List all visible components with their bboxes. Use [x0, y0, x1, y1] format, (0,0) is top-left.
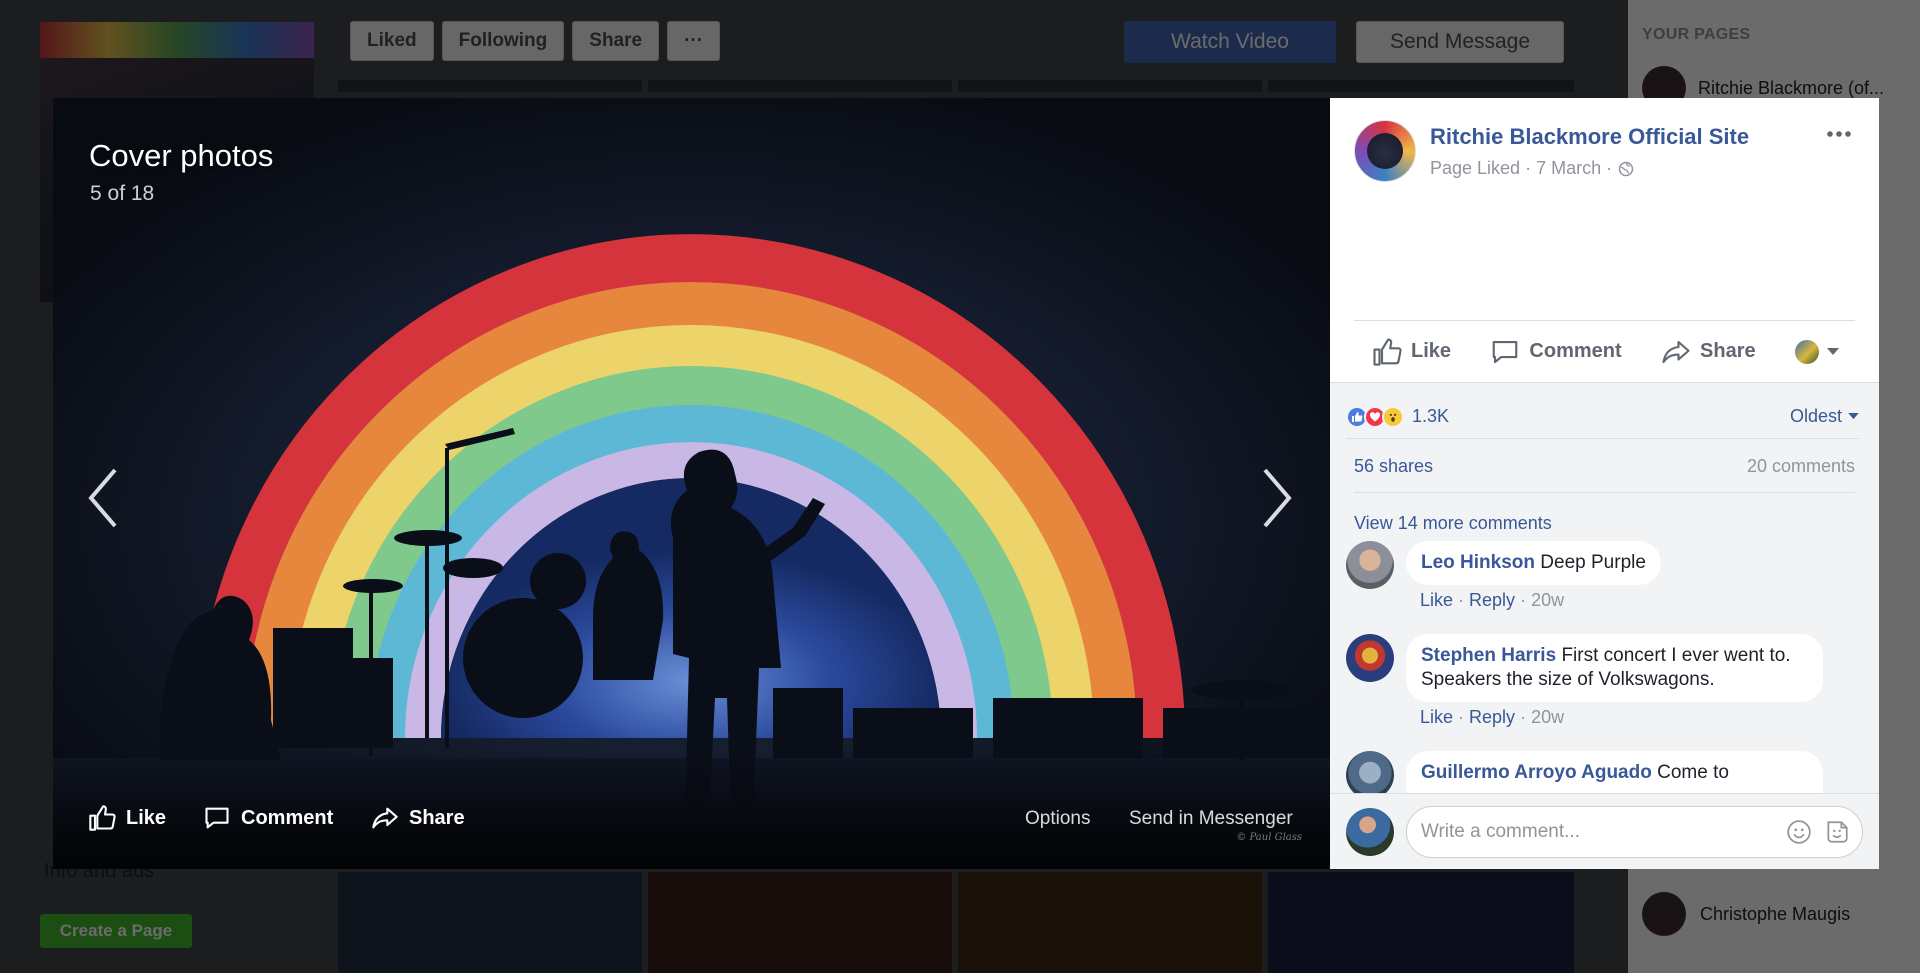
photo-comment-button[interactable]: Comment — [203, 804, 333, 832]
photo-viewer[interactable]: Cover photos 5 of 18 Like Comment Share … — [53, 98, 1330, 869]
post-info-panel: Ritchie Blackmore Official Site Page Lik… — [1330, 98, 1879, 869]
page-name-link[interactable]: Ritchie Blackmore Official Site — [1430, 124, 1749, 150]
current-user-avatar — [1346, 807, 1394, 856]
comment-as-selector[interactable] — [1794, 339, 1839, 364]
comments-section: 1.3K Oldest 56 shares 20 comments View 1… — [1330, 382, 1879, 869]
comment-time[interactable]: 20w — [1531, 590, 1564, 610]
speech-bubble-icon — [1493, 340, 1518, 363]
contact-name: Christophe Maugis — [1700, 903, 1851, 924]
comments-count[interactable]: 20 comments — [1747, 456, 1855, 477]
chevron-right-icon — [1263, 468, 1292, 528]
commenter-name[interactable]: Leo Hinkson — [1421, 552, 1535, 573]
sticker-icon[interactable] — [1824, 819, 1850, 845]
thumbs-up-icon — [89, 805, 116, 831]
comment-item: Stephen Harris First concert I ever went… — [1346, 634, 1823, 728]
post-meta-text: Page Liked · 7 March · — [1430, 158, 1613, 178]
post-action-bar: Like Comment Share — [1354, 320, 1855, 382]
comment-reply-link[interactable]: Reply — [1469, 707, 1515, 727]
post-comment-button[interactable]: Comment — [1490, 337, 1622, 367]
photo-comment-label: Comment — [241, 806, 334, 829]
emoji-icon[interactable] — [1786, 819, 1812, 845]
comment-like-link[interactable]: Like — [1420, 707, 1453, 727]
view-more-comments-link[interactable]: View 14 more comments — [1354, 513, 1552, 534]
post-meta: Page Liked · 7 March · — [1430, 158, 1634, 179]
liked-button[interactable]: Liked — [350, 21, 434, 61]
photo-counter: 5 of 18 — [90, 182, 155, 205]
photo-like-label: Like — [126, 806, 167, 829]
comment-bubble: Leo Hinkson Deep Purple — [1406, 541, 1661, 585]
share-arrow-icon — [372, 807, 398, 829]
send-message-button[interactable]: Send Message — [1356, 21, 1564, 63]
caret-down-icon — [1848, 413, 1859, 420]
share-arrow-icon — [1662, 340, 1690, 363]
reactions-count[interactable]: 1.3K — [1412, 406, 1449, 427]
commenter-name[interactable]: Stephen Harris — [1421, 645, 1556, 666]
photo-like-button[interactable]: Like — [88, 804, 166, 832]
page-more-button[interactable]: ··· — [667, 21, 721, 61]
commenter-avatar[interactable] — [1346, 634, 1394, 682]
next-photo-button[interactable] — [1247, 456, 1307, 540]
globe-icon — [1618, 161, 1634, 176]
post-share-label: Share — [1700, 340, 1756, 362]
comment-sort-dropdown[interactable]: Oldest — [1790, 406, 1859, 427]
commenter-name[interactable]: Guillermo Arroyo Aguado — [1421, 762, 1652, 783]
comment-time[interactable]: 20w — [1531, 707, 1564, 727]
shares-link[interactable]: 56 shares — [1354, 456, 1433, 477]
post-like-label: Like — [1411, 340, 1452, 362]
comment-text: Deep Purple — [1540, 552, 1646, 573]
comment-actions: Like · Reply · 20w — [1420, 590, 1565, 610]
sort-label: Oldest — [1789, 406, 1842, 426]
chevron-left-icon — [88, 468, 117, 528]
your-pages-heading: YOUR PAGES — [1642, 26, 1751, 43]
wow-reaction-icon — [1382, 405, 1404, 428]
comment-like-link[interactable]: Like — [1420, 590, 1453, 610]
commenter-avatar[interactable] — [1346, 541, 1394, 589]
page-action-toolbar: Liked Following Share ··· — [350, 20, 721, 62]
comment-actions: Like · Reply · 20w — [1420, 707, 1565, 727]
your-page-name: Ritchie Blackmore (of... — [1698, 77, 1885, 98]
post-share-button[interactable]: Share — [1661, 337, 1756, 367]
shares-row: 56 shares 20 comments — [1354, 441, 1855, 493]
speech-bubble-icon — [205, 807, 229, 829]
create-page-button[interactable]: Create a Page — [40, 914, 192, 948]
post-comment-label: Comment — [1529, 340, 1622, 362]
photo-share-button[interactable]: Share — [371, 804, 465, 832]
commenter-avatar[interactable] — [1346, 751, 1394, 799]
following-button[interactable]: Following — [441, 21, 565, 61]
page-avatar[interactable] — [1354, 120, 1416, 182]
photo-share-label: Share — [409, 806, 465, 829]
post-like-button[interactable]: Like — [1372, 337, 1451, 367]
page-share-button[interactable]: Share — [572, 21, 660, 61]
album-title: Cover photos — [89, 138, 274, 173]
thumbs-up-icon — [1373, 337, 1402, 366]
comment-bubble: Stephen Harris First concert I ever went… — [1406, 634, 1823, 702]
comment-reply-link[interactable]: Reply — [1469, 590, 1515, 610]
more-dots-icon — [1827, 131, 1851, 137]
reactions-row: 1.3K Oldest — [1346, 395, 1859, 439]
comment-composer — [1330, 793, 1879, 869]
viewer-avatar — [1794, 339, 1819, 364]
post-options-button[interactable] — [1823, 118, 1855, 150]
photo-options-link[interactable]: Options — [1025, 808, 1090, 830]
contact-avatar — [1642, 892, 1686, 936]
send-in-messenger-link[interactable]: Send in Messenger — [1129, 808, 1293, 830]
caret-down-icon — [1826, 347, 1839, 355]
comment-text: Come to — [1657, 762, 1729, 783]
contact-item[interactable]: Christophe Maugis — [1642, 892, 1850, 936]
photo-credit: © Paul Glass — [1236, 832, 1302, 843]
previous-photo-button[interactable] — [73, 456, 133, 540]
post-header: Ritchie Blackmore Official Site Page Lik… — [1330, 98, 1879, 320]
comment-item: Leo Hinkson Deep Purple Like · Reply · 2… — [1346, 541, 1661, 611]
watch-video-button[interactable]: Watch Video — [1124, 21, 1336, 63]
reaction-icons[interactable] — [1346, 405, 1404, 428]
